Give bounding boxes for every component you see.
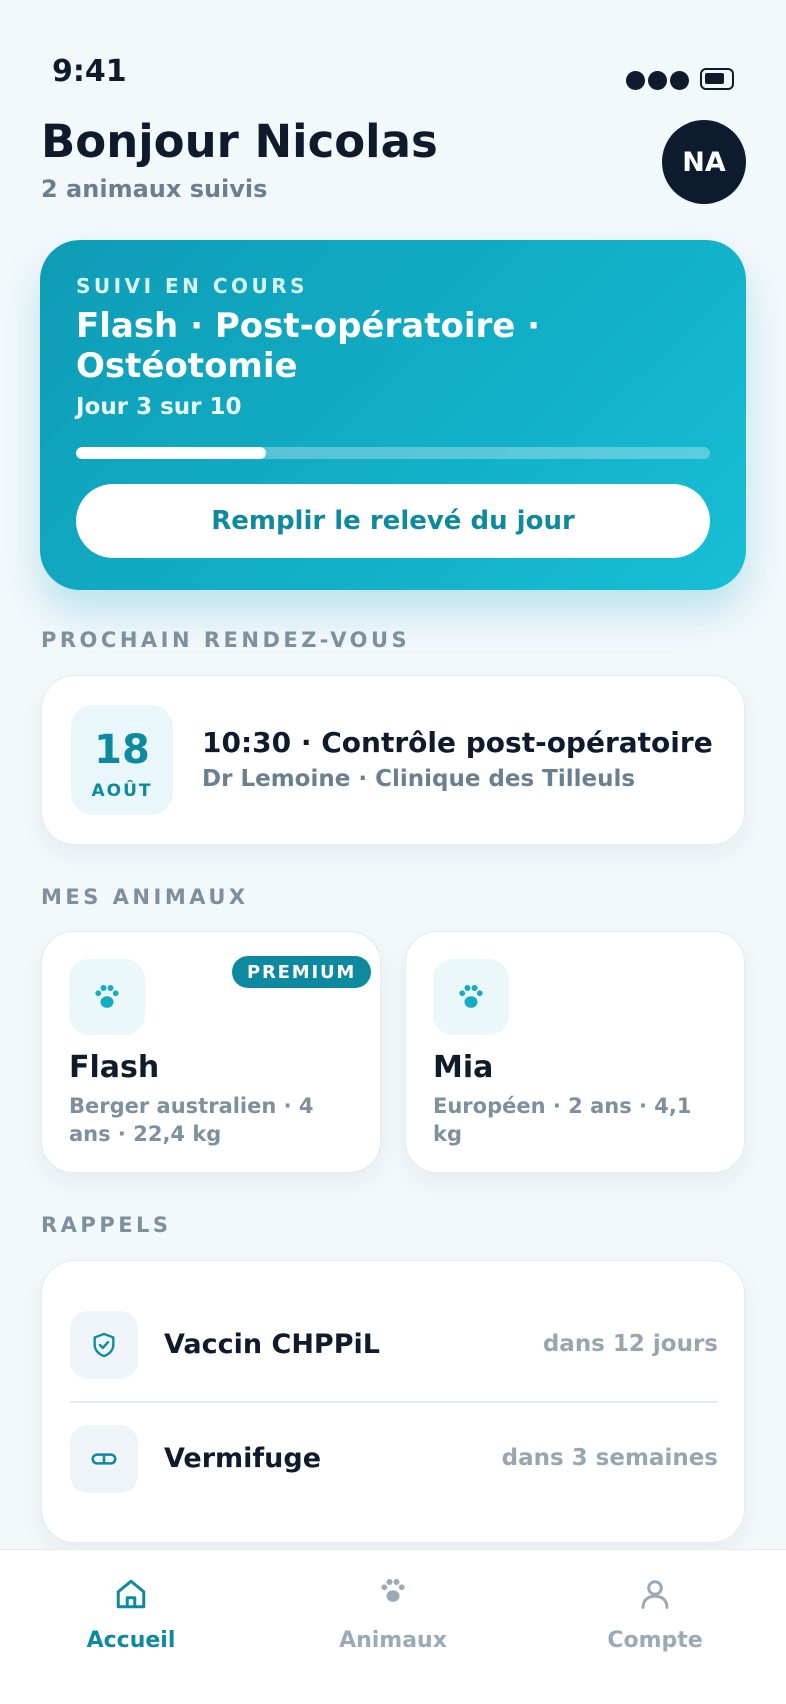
shield-check-icon [70, 1311, 138, 1379]
divider [70, 1401, 718, 1403]
pill-icon [70, 1425, 138, 1493]
tab-label: Animaux [339, 1628, 447, 1653]
followup-day: Jour 3 sur 10 [76, 394, 242, 420]
tab-compte[interactable]: Compte [555, 1576, 755, 1653]
pets-count-subtitle: 2 animaux suivis [41, 175, 268, 203]
date-month: AOÛT [91, 781, 153, 801]
reminder-item[interactable]: Vermifuge dans 3 semaines [70, 1425, 718, 1495]
paw-icon [433, 959, 509, 1035]
pet-name: Mia [433, 1050, 494, 1085]
bottom-tab-bar: Accueil Animaux Compte [0, 1549, 786, 1704]
battery-icon [700, 68, 734, 90]
pet-name: Flash [69, 1050, 160, 1085]
avatar[interactable]: NA [662, 120, 746, 204]
appointment-title: 10:30 · Contrôle post-opératoire [202, 726, 713, 759]
user-icon [555, 1576, 755, 1614]
page-title: Bonjour Nicolas [41, 115, 438, 168]
home-icon [31, 1576, 231, 1614]
reminders-card: Vaccin CHPPiL dans 12 jours Vermifuge da… [41, 1260, 745, 1543]
tab-label: Compte [607, 1628, 703, 1653]
pet-card-flash[interactable]: PREMIUM Flash Berger australien · 4 ans … [41, 931, 381, 1173]
pet-card-mia[interactable]: Mia Européen · 2 ans · 4,1 kg [405, 931, 745, 1173]
premium-badge: PREMIUM [232, 956, 372, 988]
active-followup-card: SUIVI EN COURS Flash · Post-opératoire ·… [40, 240, 746, 590]
status-time: 9:41 [52, 54, 127, 89]
reminder-item[interactable]: Vaccin CHPPiL dans 12 jours [70, 1311, 718, 1381]
followup-progress-fill [76, 447, 267, 459]
paw-icon [69, 959, 145, 1035]
date-day: 18 [94, 727, 150, 773]
tab-accueil[interactable]: Accueil [31, 1576, 231, 1653]
reminder-label: Vermifuge [164, 1443, 322, 1474]
paw-icon [293, 1576, 493, 1614]
section-title-reminders: RAPPELS [41, 1213, 172, 1237]
status-bar: 9:41 [0, 0, 786, 110]
date-badge: 18 AOÛT [71, 705, 173, 815]
tab-animaux[interactable]: Animaux [293, 1576, 493, 1653]
followup-title: Flash · Post-opératoire · Ostéotomie [76, 306, 541, 386]
reminder-label: Vaccin CHPPiL [164, 1329, 380, 1360]
reminder-when: dans 3 semaines [501, 1445, 718, 1471]
followup-progress-bar [76, 447, 710, 459]
fill-daily-report-button[interactable]: Remplir le relevé du jour [76, 484, 710, 558]
signal-icon [626, 71, 689, 90]
pet-info: Berger australien · 4 ans · 22,4 kg [69, 1094, 314, 1146]
appointment-card[interactable]: 18 AOÛT 10:30 · Contrôle post-opératoire… [41, 675, 745, 845]
tab-label: Accueil [86, 1628, 176, 1653]
section-title-pets: MES ANIMAUX [41, 885, 249, 909]
pet-info: Européen · 2 ans · 4,1 kg [433, 1094, 692, 1146]
appointment-details: Dr Lemoine · Clinique des Tilleuls [202, 766, 636, 792]
reminder-when: dans 12 jours [542, 1331, 718, 1357]
section-title-appointment: PROCHAIN RENDEZ-VOUS [41, 628, 411, 652]
followup-eyebrow: SUIVI EN COURS [76, 274, 309, 298]
